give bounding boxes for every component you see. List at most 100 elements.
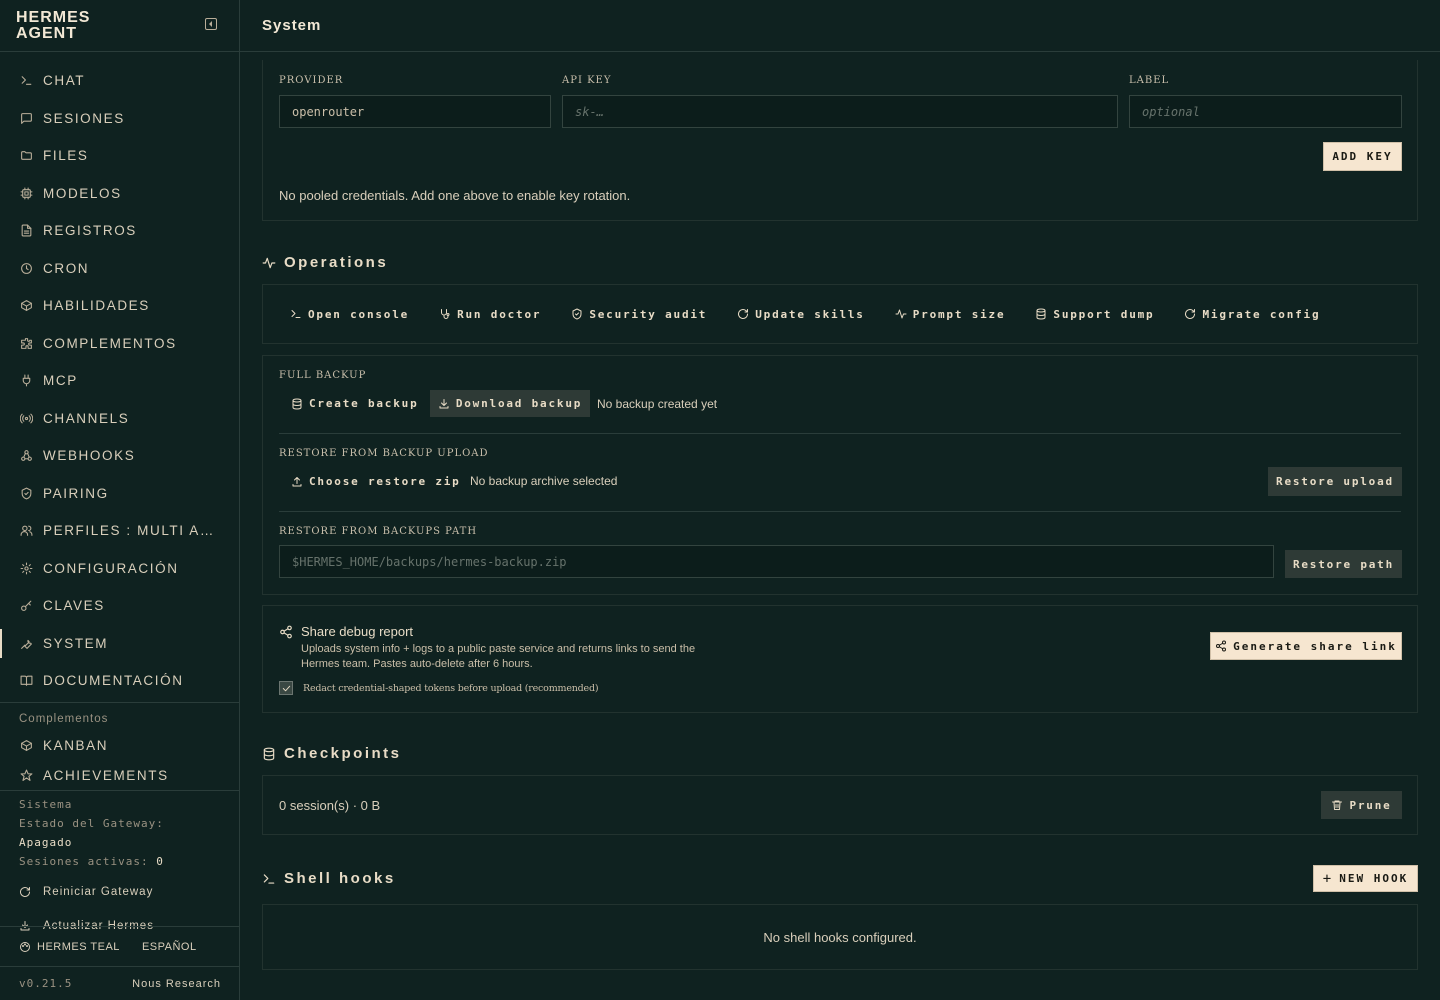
sidebar-item-documentacion[interactable]: DOCUMENTACIÓN xyxy=(0,662,239,700)
sidebar-item-pairing[interactable]: PAIRING xyxy=(0,475,239,513)
label-input[interactable]: optional xyxy=(1129,95,1402,128)
run-doctor-button[interactable]: Run doctor xyxy=(439,308,541,321)
credential-pool-card: PROVIDER openrouter API KEY sk-… LABEL o… xyxy=(262,60,1418,221)
no-archive-note: No backup archive selected xyxy=(470,474,618,488)
sidebar-item-label: PERFILES : MULTI AGENTE xyxy=(43,523,223,539)
checkpoints-summary: 0 session(s) · 0 B xyxy=(279,798,381,813)
generate-share-link-label: Generate share link xyxy=(1233,639,1397,653)
sidebar-item-achievements[interactable]: ACHIEVEMENTS xyxy=(0,764,239,782)
refresh-icon xyxy=(738,309,749,319)
sidebar-item-claves[interactable]: CLAVES xyxy=(0,587,239,625)
share-icon xyxy=(1216,640,1227,652)
sidebar-nav: CHAT SESIONES FILES MODELOS REGISTROS CR… xyxy=(0,52,239,782)
create-backup-button[interactable]: Create backup xyxy=(291,390,419,417)
prune-button[interactable]: Prune xyxy=(1321,791,1402,819)
restore-path-input[interactable]: $HERMES_HOME/backups/hermes-backup.zip xyxy=(279,545,1274,578)
sidebar-item-label: MCP xyxy=(43,373,78,389)
key-icon xyxy=(19,599,33,613)
new-hook-button[interactable]: + NEW HOOK xyxy=(1313,865,1418,892)
prompt-size-button[interactable]: Prompt size xyxy=(895,308,1006,321)
trash-icon xyxy=(1332,800,1343,810)
no-backup-note: No backup created yet xyxy=(597,397,718,411)
package-icon xyxy=(19,738,33,752)
version-row: v0.21.5 Nous Research xyxy=(0,966,240,1000)
sidebar-item-registros[interactable]: REGISTROS xyxy=(0,212,239,250)
sidebar-item-label: WEBHOOKS xyxy=(43,448,136,464)
api-key-input[interactable]: sk-… xyxy=(562,95,1118,128)
sidebar-item-sesiones[interactable]: SESIONES xyxy=(0,100,239,138)
restart-gateway-button[interactable]: Reiniciar Gateway xyxy=(19,875,221,909)
sidebar-item-label: ACHIEVEMENTS xyxy=(43,768,169,782)
redact-label: Redact credential-shaped tokens before u… xyxy=(303,682,599,694)
open-console-button[interactable]: Open console xyxy=(290,308,409,321)
brand-title: HERMES AGENT xyxy=(16,9,91,42)
sidebar-item-chat[interactable]: CHAT xyxy=(0,62,239,100)
migrate-config-label: Migrate config xyxy=(1202,307,1321,321)
theme-switcher[interactable]: HERMES TEAL xyxy=(19,941,120,953)
redact-checkbox[interactable] xyxy=(279,681,293,695)
sidebar-item-cron[interactable]: CRON xyxy=(0,250,239,288)
collapse-sidebar-icon[interactable] xyxy=(205,18,217,30)
sidebar-item-files[interactable]: FILES xyxy=(0,137,239,175)
update-skills-button[interactable]: Update skills xyxy=(737,308,865,321)
add-key-button[interactable]: ADD KEY xyxy=(1323,142,1402,171)
plus-icon: + xyxy=(1322,870,1334,887)
gateway-status: Estado del Gateway: Apagado xyxy=(19,814,221,852)
sidebar-item-kanban[interactable]: KANBAN xyxy=(0,727,239,765)
shell-hooks-card: No shell hooks configured. xyxy=(262,904,1418,970)
sidebar-item-configuracion[interactable]: CONFIGURACIÓN xyxy=(0,550,239,588)
gateway-status-value: Apagado xyxy=(19,836,73,849)
restore-upload-button[interactable]: Restore upload xyxy=(1268,467,1402,496)
sidebar-item-channels[interactable]: CHANNELS xyxy=(0,400,239,438)
support-dump-label: Support dump xyxy=(1053,307,1155,321)
share-icon xyxy=(280,625,292,638)
radio-icon xyxy=(19,411,33,425)
no-shell-hooks-note: No shell hooks configured. xyxy=(763,929,917,945)
sidebar-item-perfiles[interactable]: PERFILES : MULTI AGENTE xyxy=(0,512,239,550)
operations-card: Open console Run doctor Security audit U… xyxy=(262,284,1418,344)
sidebar-item-label: CRON xyxy=(43,260,90,276)
sidebar-item-complementos[interactable]: COMPLEMENTOS xyxy=(0,325,239,363)
operations-heading: Operations xyxy=(262,254,388,271)
checkpoints-heading: Checkpoints xyxy=(262,745,402,762)
sidebar-item-webhooks[interactable]: WEBHOOKS xyxy=(0,437,239,475)
sidebar-item-mcp[interactable]: MCP xyxy=(0,362,239,400)
sidebar-item-modelos[interactable]: MODELOS xyxy=(0,175,239,213)
generate-share-link-button[interactable]: Generate share link xyxy=(1210,632,1402,660)
wrench-icon xyxy=(19,636,33,650)
security-audit-button[interactable]: Security audit xyxy=(571,308,707,321)
prompt-size-label: Prompt size xyxy=(912,307,1006,321)
download-backup-button[interactable]: Download backup xyxy=(430,390,590,417)
theme-name: HERMES TEAL xyxy=(37,940,120,953)
users-icon xyxy=(19,524,33,538)
download-icon xyxy=(439,398,449,408)
main-content: System PROVIDER openrouter API KEY sk-… … xyxy=(240,0,1440,1000)
sidebar-item-label: SYSTEM xyxy=(43,635,109,651)
file-text-icon xyxy=(19,224,33,238)
choose-restore-zip-button[interactable]: Choose restore zip xyxy=(291,468,461,495)
language-switcher[interactable]: ESPAÑOL xyxy=(142,941,197,953)
new-hook-label: NEW HOOK xyxy=(1339,872,1409,885)
support-dump-button[interactable]: Support dump xyxy=(1035,308,1154,321)
run-doctor-label: Run doctor xyxy=(457,307,542,321)
sidebar: HERMES AGENT CHAT SESIONES FILES MODELOS… xyxy=(0,0,240,1000)
database-icon xyxy=(263,747,275,760)
migrate-config-button[interactable]: Migrate config xyxy=(1184,308,1320,321)
security-audit-label: Security audit xyxy=(589,307,708,321)
sidebar-item-label: PAIRING xyxy=(43,485,109,501)
sidebar-item-system[interactable]: SYSTEM xyxy=(0,625,239,663)
star-icon xyxy=(19,768,33,782)
no-credentials-note: No pooled credentials. Add one above to … xyxy=(279,188,631,203)
sidebar-item-label: SESIONES xyxy=(43,110,125,126)
provider-input[interactable]: openrouter xyxy=(279,95,551,128)
terminal-icon xyxy=(19,74,33,88)
restore-path-button[interactable]: Restore path xyxy=(1285,550,1402,578)
upload-icon xyxy=(292,476,302,486)
page-title: System xyxy=(240,0,1440,52)
stethoscope-icon xyxy=(441,309,450,319)
create-backup-label: Create backup xyxy=(309,397,419,410)
sidebar-item-habilidades[interactable]: HABILIDADES xyxy=(0,287,239,325)
plug-icon xyxy=(19,374,33,388)
update-skills-label: Update skills xyxy=(755,307,865,321)
org-name: Nous Research xyxy=(132,977,221,990)
